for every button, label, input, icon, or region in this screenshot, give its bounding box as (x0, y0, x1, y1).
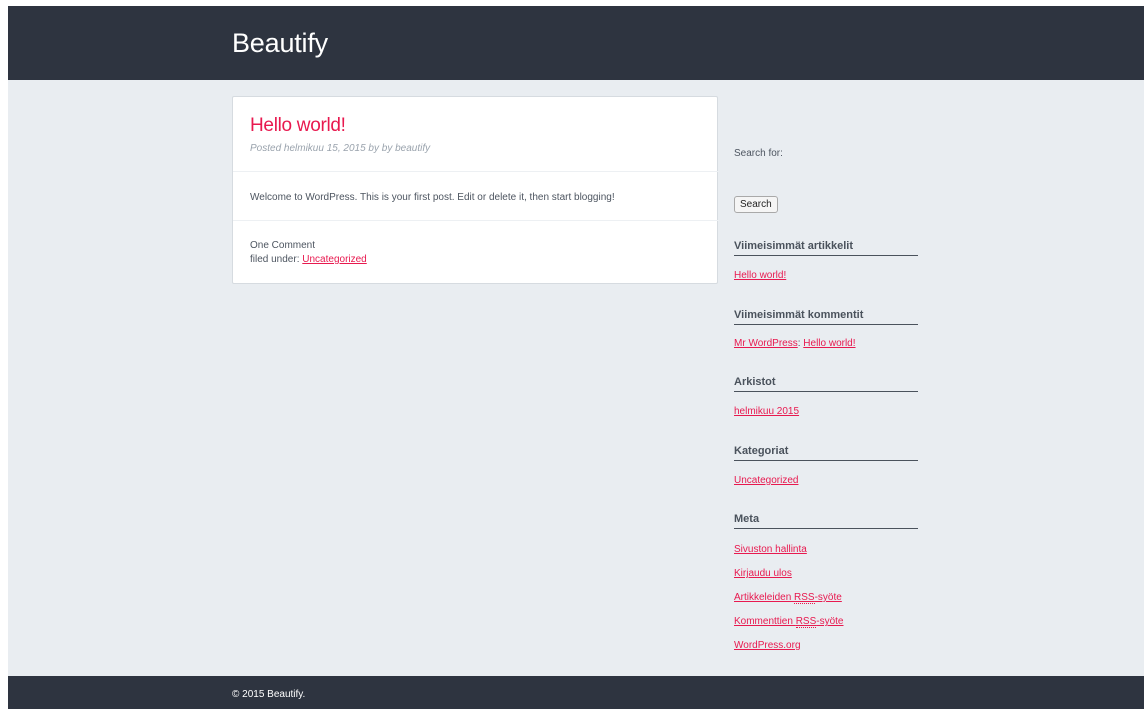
entries-rss-link[interactable]: Artikkeleiden RSS-syöte (734, 591, 842, 604)
post-footer: One Comment filed under: Uncategorized (250, 239, 367, 267)
archive-link[interactable]: helmikuu 2015 (734, 405, 799, 418)
comments-rss-abbr: RSS (795, 616, 817, 628)
recent-comments-heading: Viimeisimmät kommentit (734, 308, 918, 325)
comments-link[interactable]: One Comment (250, 239, 367, 253)
post-divider (233, 220, 719, 221)
filed-under-label: filed under: (250, 254, 303, 265)
categories-heading: Kategoriat (734, 444, 918, 461)
archives-heading: Arkistot (734, 375, 918, 392)
post-card: Hello world! Posted helmikuu 15, 2015 by… (232, 96, 719, 284)
site-admin-link[interactable]: Sivuston hallinta (734, 543, 807, 556)
filed-under: filed under: Uncategorized (250, 253, 367, 267)
search-label: Search for: (734, 148, 783, 159)
site-footer: © 2015 Beautify. (8, 676, 1144, 709)
comments-rss-prefix: Kommenttien (734, 616, 796, 627)
site-title[interactable]: Beautify (232, 26, 328, 60)
post-meta: Posted helmikuu 15, 2015 by by beautify (250, 143, 431, 154)
search-button[interactable]: Search (734, 196, 778, 213)
entries-rss-suffix: -syöte (814, 592, 842, 603)
copyright-text: © 2015 Beautify. (232, 689, 306, 700)
post-divider (233, 171, 719, 172)
meta-heading: Meta (734, 512, 918, 529)
recent-post-link[interactable]: Hello world! (734, 269, 786, 282)
wordpress-org-link[interactable]: WordPress.org (734, 639, 801, 652)
post-title[interactable]: Hello world! (250, 114, 346, 138)
comments-rss-suffix: -syöte (816, 616, 844, 627)
entries-rss-prefix: Artikkeleiden (734, 592, 795, 603)
site-header: Beautify (8, 6, 1144, 80)
logout-link[interactable]: Kirjaudu ulos (734, 567, 792, 580)
page-frame: Beautify Hello world! Posted helmikuu 15… (8, 6, 1144, 709)
post-content: Welcome to WordPress. This is your first… (250, 192, 615, 203)
comments-rss-link[interactable]: Kommenttien RSS-syöte (734, 615, 844, 628)
category-widget-link[interactable]: Uncategorized (734, 474, 798, 487)
recent-comment-item: Mr WordPress: Hello world! (734, 337, 856, 350)
category-link[interactable]: Uncategorized (302, 254, 366, 265)
comment-author-link[interactable]: Mr WordPress (734, 338, 798, 349)
recent-posts-heading: Viimeisimmät artikkelit (734, 239, 918, 256)
entries-rss-abbr: RSS (794, 592, 815, 604)
comment-post-link[interactable]: Hello world! (803, 338, 855, 349)
